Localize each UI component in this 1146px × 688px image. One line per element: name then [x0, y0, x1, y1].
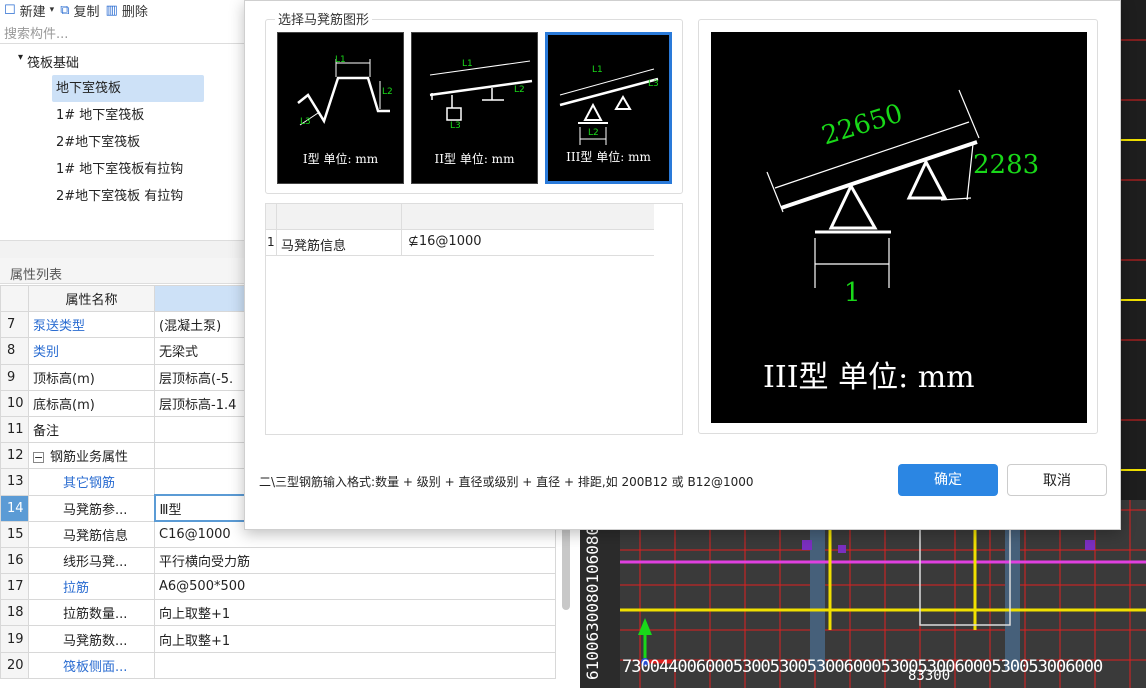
tree-item[interactable]: 2#地下室筏板 — [52, 129, 244, 156]
chevron-down-icon: ▾ — [49, 5, 55, 15]
shape-type-1-caption: I型 单位: mm — [302, 152, 379, 166]
property-name-header: 属性名称 — [28, 284, 155, 313]
tree-item[interactable]: 2#地下室筏板 有拉钩 — [52, 183, 244, 210]
table-row[interactable]: 18 拉筋数量... 向上取整+1 — [0, 599, 556, 627]
cad-right-edge — [1121, 0, 1146, 500]
cad-bottom-dimensions-secondary: 83300 — [908, 668, 951, 684]
copy-button[interactable]: ⧉ 复制 — [60, 1, 99, 20]
shape-preview-panel: 22650 2283 1 III型 单位: mm — [698, 19, 1098, 434]
component-tree: ▾ 筏板基础 地下室筏板 1# 地下室筏板 2#地下室筏板 1# 地下室筏板有拉… — [0, 48, 244, 210]
stirrup-info-value[interactable]: ⊈16@1000 — [408, 234, 482, 249]
preview-base-dimension: 1 — [844, 278, 861, 308]
delete-button[interactable]: ▥ 删除 — [106, 1, 148, 20]
table-row[interactable]: 16 线形马凳... 平行横向受力筋 — [0, 546, 556, 575]
collapse-icon[interactable]: − — [33, 452, 44, 464]
table-row[interactable]: 17 拉筋 A6@500*500 — [0, 573, 556, 601]
input-format-hint: 二\三型钢筋输入格式:数量 + 级别 + 直径或级别 + 直径 + 排距,如 2… — [259, 475, 754, 489]
shape-type-2-caption: II型 单位: mm — [434, 152, 515, 166]
copy-icon: ⧉ — [60, 2, 70, 18]
panel-divider[interactable] — [0, 240, 244, 258]
preview-caption: III型 单位: mm — [763, 360, 975, 395]
shape-type-1-option[interactable]: L1 L2 L3 I型 单位: mm — [277, 32, 404, 184]
confirm-button[interactable]: 确定 — [898, 464, 998, 496]
table-row[interactable]: 20 筏板侧面... — [0, 651, 556, 679]
tree-item[interactable]: 1# 地下室筏板 — [52, 102, 244, 129]
tree-root-raft-foundation[interactable]: ▾ 筏板基础 — [0, 48, 244, 75]
shape-group-title: 选择马凳筋图形 — [275, 9, 373, 28]
delete-icon: ▥ — [105, 2, 118, 18]
cancel-button[interactable]: 取消 — [1007, 464, 1107, 496]
shape-preview-canvas: 22650 2283 1 III型 单位: mm — [711, 32, 1087, 423]
stirrup-info-grid: 1 马凳筋信息 ⊈16@1000 — [265, 203, 683, 435]
tree-item[interactable]: 地下室筏板 — [52, 75, 204, 102]
component-search-input[interactable]: 搜索构件... — [0, 20, 244, 44]
shape-type-2-option[interactable]: L1 L2 L3 II型 单位: mm — [411, 32, 538, 184]
shape-selection-group: L1 L2 L3 I型 单位: mm L1 L2 L3 II型 单位: mm L — [265, 19, 683, 194]
new-button[interactable]: ☐ 新建 ▾ — [4, 1, 54, 20]
shape-type-3-option-selected[interactable]: L1 L3 L2 III型 单位: mm — [545, 32, 672, 184]
table-row[interactable]: 19 马凳筋数... 向上取整+1 — [0, 625, 556, 653]
new-icon: ☐ — [4, 2, 16, 18]
cad-bottom-dimensions: 7300440060005300530053006000530053006000… — [622, 657, 1103, 677]
stirrup-shape-dialog: L1 L2 L3 I型 单位: mm L1 L2 L3 II型 单位: mm L — [244, 0, 1121, 530]
caret-down-icon: ▾ — [18, 52, 24, 63]
property-scrollbar[interactable] — [562, 520, 570, 610]
shape-type-3-caption: III型 单位: mm — [566, 150, 651, 164]
preview-height-dimension: 2283 — [973, 150, 1040, 180]
cad-side-dimensions: 6100630080106080 — [583, 525, 602, 680]
toolbar: ☐ 新建 ▾ ⧉ 复制 ▥ 删除 — [0, 0, 250, 20]
table-row[interactable]: 1 马凳筋信息 ⊈16@1000 — [266, 230, 654, 256]
tree-item[interactable]: 1# 地下室筏板有拉钩 — [52, 156, 244, 183]
